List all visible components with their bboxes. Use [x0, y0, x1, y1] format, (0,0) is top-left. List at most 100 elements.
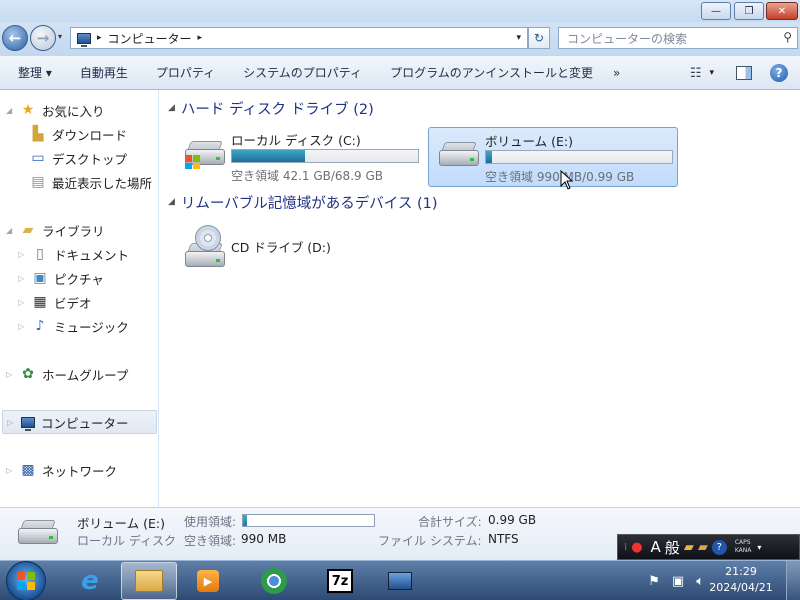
network-icon: ▩	[21, 462, 35, 478]
ime-conversion-mode[interactable]: 般	[665, 537, 680, 558]
details-drive-name: ボリューム (E:)	[77, 516, 165, 531]
sidebar-item-libraries[interactable]: ◢ ▰ ライブラリ	[6, 218, 105, 242]
sidebar-item-downloads[interactable]: ▙ ダウンロード	[30, 122, 127, 146]
sidebar-item-videos[interactable]: ▷ ▦ ビデオ	[18, 290, 92, 314]
sidebar-label: ミュージック	[54, 319, 129, 335]
properties-button[interactable]: プロパティ	[142, 64, 229, 81]
back-button[interactable]: ←	[2, 25, 28, 51]
autoplay-button[interactable]: 自動再生	[66, 64, 142, 81]
history-dropdown[interactable]: ▾	[58, 32, 62, 41]
ime-input-mode[interactable]: A	[651, 538, 661, 556]
taskbar-browser[interactable]	[246, 562, 302, 600]
sidebar-label: ピクチャ	[54, 271, 104, 287]
start-button[interactable]	[6, 561, 46, 600]
expand-arrow-icon[interactable]: ▷	[18, 250, 26, 259]
drive-c[interactable]: ローカル ディスク (C:) 空き領域 42.1 GB/68.9 GB	[174, 126, 424, 186]
hard-drive-icon	[185, 141, 225, 169]
taskbar-7zip[interactable]: 7z	[312, 562, 368, 600]
address-dropdown-icon[interactable]: ▾	[516, 33, 521, 43]
sidebar-label: ライブラリ	[42, 223, 105, 239]
expand-arrow-icon[interactable]: ▷	[18, 298, 26, 307]
show-desktop-button[interactable]	[786, 561, 800, 600]
group-header-removable[interactable]: ◢ リムーバブル記憶域があるデバイス (1)	[168, 192, 788, 212]
ime-dict-icon[interactable]: ▰	[698, 540, 708, 555]
taskbar: e ▶ 7z ⚑ ▣ 🔈︎ 21:29 2024/04/21	[0, 560, 800, 600]
sidebar-label: お気に入り	[42, 103, 105, 119]
sidebar-label: デスクトップ	[52, 151, 128, 167]
refresh-button[interactable]: ↻	[528, 27, 550, 49]
sidebar-item-music[interactable]: ▷ ♪ ミュージック	[18, 314, 129, 338]
taskbar-ie[interactable]: e	[62, 562, 118, 600]
breadcrumb-computer[interactable]: コンピューター	[108, 30, 192, 47]
drive-d-cd[interactable]: CD ドライブ (D:)	[174, 220, 424, 280]
details-fs-value: NTFS	[488, 532, 519, 546]
volume-muted-icon[interactable]: 🔈︎	[696, 574, 704, 589]
picture-icon: ▣	[33, 270, 47, 286]
view-options-button[interactable]: ☷ ▾	[690, 66, 714, 81]
close-icon: ✕	[777, 5, 787, 17]
browser-icon	[261, 568, 287, 594]
organize-button[interactable]: 整理 ▾	[0, 64, 66, 81]
drive-name: ボリューム (E:)	[485, 134, 573, 149]
cd-disc-icon	[195, 225, 221, 251]
clock-date: 2024/04/21	[709, 581, 773, 594]
sidebar-item-favorites[interactable]: ◢ ★ お気に入り	[6, 98, 105, 122]
library-icon: ▰	[22, 222, 34, 238]
ime-options-icon[interactable]: ▾	[757, 543, 761, 552]
collapse-arrow-icon[interactable]: ◢	[168, 103, 175, 113]
sidebar-item-recent[interactable]: ▤ 最近表示した場所	[30, 170, 152, 194]
sidebar-item-documents[interactable]: ▷ ▯ ドキュメント	[18, 242, 129, 266]
refresh-icon: ↻	[533, 31, 545, 45]
details-total-label: 合計サイズ:	[418, 515, 482, 529]
maximize-button[interactable]: ❐	[734, 2, 764, 20]
action-center-flag-icon[interactable]: ⚑	[648, 574, 660, 589]
hard-drive-icon	[439, 142, 479, 170]
details-total-value: 0.99 GB	[488, 513, 537, 527]
breadcrumb-arrow-icon[interactable]: ▸	[198, 33, 203, 43]
taskbar-media-player[interactable]: ▶	[180, 562, 236, 600]
system-properties-button[interactable]: システムのプロパティ	[229, 64, 376, 81]
expand-arrow-icon[interactable]: ▷	[6, 370, 14, 379]
sidebar-item-desktop[interactable]: ▭ デスクトップ	[30, 146, 127, 170]
more-commands-button[interactable]: »	[607, 66, 626, 80]
address-box[interactable]: ▸ コンピューター ▸ ▾	[70, 27, 528, 49]
expand-arrow-icon[interactable]: ◢	[6, 226, 14, 235]
expand-arrow-icon[interactable]: ◢	[6, 106, 14, 115]
7zip-icon: 7z	[327, 569, 353, 593]
forward-button[interactable]: →	[30, 25, 56, 51]
details-drive-type: ローカル ディスク	[77, 534, 176, 548]
search-icon[interactable]: ⚲	[783, 30, 792, 44]
drive-e[interactable]: ボリューム (E:) 空き領域 990 MB/0.99 GB	[428, 127, 678, 187]
clock[interactable]: 21:29 2024/04/21	[707, 564, 775, 596]
search-placeholder: コンピューターの検索	[567, 31, 688, 46]
uninstall-program-button[interactable]: プログラムのアンインストールと変更	[376, 64, 607, 81]
search-input[interactable]: コンピューターの検索 ⚲	[558, 27, 798, 49]
expand-arrow-icon[interactable]: ▷	[6, 466, 14, 475]
sidebar-label: 最近表示した場所	[52, 175, 153, 191]
kana-indicator: KANA	[734, 547, 752, 554]
collapse-arrow-icon[interactable]: ◢	[168, 197, 175, 207]
sidebar-item-homegroup[interactable]: ▷ ✿ ホームグループ	[6, 362, 128, 386]
drag-handle-icon[interactable]: ⁞	[624, 542, 627, 553]
ime-language-bar[interactable]: ⁞ ● A 般 ▰ ▰ ? CAPS KANA ▾	[617, 534, 800, 560]
network-status-icon[interactable]: ▣	[672, 574, 684, 589]
taskbar-explorer[interactable]	[121, 562, 177, 600]
expand-arrow-icon[interactable]: ▷	[7, 418, 15, 427]
close-button[interactable]: ✕	[766, 2, 798, 20]
minimize-button[interactable]: —	[701, 2, 731, 20]
sidebar-item-pictures[interactable]: ▷ ▣ ピクチャ	[18, 266, 104, 290]
expand-arrow-icon[interactable]: ▷	[18, 274, 26, 283]
ime-help-icon[interactable]: ?	[711, 539, 727, 555]
group-header-hdd[interactable]: ◢ ハード ディスク ドライブ (2)	[168, 98, 788, 118]
sidebar-item-network[interactable]: ▷ ▩ ネットワーク	[6, 458, 117, 482]
help-button[interactable]: ?	[770, 64, 788, 82]
expand-arrow-icon[interactable]: ▷	[18, 322, 26, 331]
preview-pane-button[interactable]	[736, 66, 752, 80]
ime-red-pin-icon[interactable]: ●	[631, 540, 642, 555]
downloads-folder-icon: ▙	[32, 126, 44, 142]
ime-tool-icon[interactable]: ▰	[684, 540, 694, 555]
sidebar-item-computer[interactable]: ▷ コンピューター	[2, 410, 157, 434]
taskbar-network[interactable]	[372, 562, 428, 600]
folder-icon	[135, 570, 163, 592]
drive-name: CD ドライブ (D:)	[231, 240, 331, 255]
